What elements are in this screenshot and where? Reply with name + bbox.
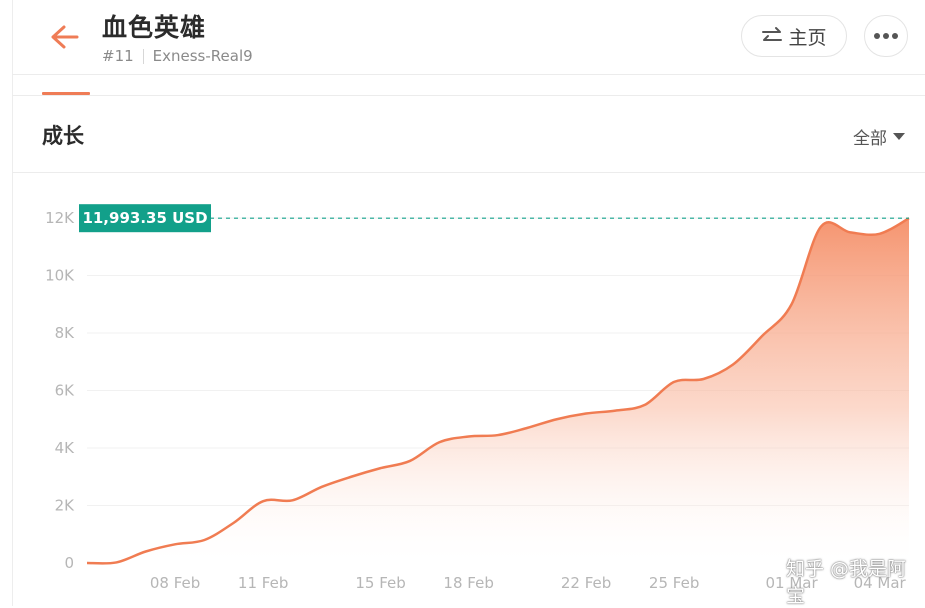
watermark: 知乎 @我是阿宝 xyxy=(786,558,907,607)
x-tick-label: 15 Feb xyxy=(355,574,405,592)
y-tick-label: 2K xyxy=(55,497,76,515)
y-tick-label: 10K xyxy=(45,267,75,285)
current-value-label: 11,993.35 USD xyxy=(82,209,207,227)
y-tick-label: 4K xyxy=(55,439,76,457)
x-tick-label: 11 Feb xyxy=(238,574,288,592)
x-tick-label: 22 Feb xyxy=(561,574,611,592)
y-tick-label: 12K xyxy=(45,209,75,227)
y-tick-label: 8K xyxy=(55,324,76,342)
x-tick-label: 18 Feb xyxy=(443,574,493,592)
growth-chart: 0 2K 4K 6K 8K 10K 12K 08 Feb 11 Feb 15 Feb 18 Feb 2… xyxy=(45,204,910,592)
x-tick-label: 08 Feb xyxy=(150,574,200,592)
x-tick-label: 25 Feb xyxy=(649,574,699,592)
y-tick-label: 6K xyxy=(55,382,76,400)
y-tick-label: 0 xyxy=(64,554,74,572)
